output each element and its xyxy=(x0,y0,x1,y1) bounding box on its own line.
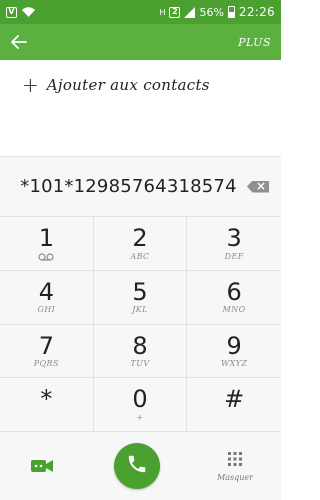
key-digit: 6 xyxy=(226,277,242,306)
add-to-contacts-label: Ajouter aux contacts xyxy=(46,76,210,94)
key-4[interactable]: 4 GHI xyxy=(0,270,94,325)
key-letters: JKL xyxy=(132,305,148,315)
key-3[interactable]: 3 DEF xyxy=(187,217,281,271)
key-digit: 0 xyxy=(132,385,148,414)
add-to-contacts-button[interactable]: + Ajouter aux contacts xyxy=(0,60,281,110)
key-digit: 1 xyxy=(38,224,54,253)
dialpad: 1 2 ABC 3 DEF 4 GHI 5 JKL 6 MNO 7 PQRS 8… xyxy=(0,216,281,432)
status-right: H 2 56% 22:26 xyxy=(159,5,275,19)
phone-icon xyxy=(126,453,148,479)
key-letters: TUV xyxy=(130,359,150,369)
key-letters: ABC xyxy=(130,251,150,261)
battery-percent: 56% xyxy=(199,5,224,19)
notification-badge: V xyxy=(6,6,17,18)
app-bar: PLUS xyxy=(0,24,281,60)
battery-icon xyxy=(227,6,235,18)
key-2[interactable]: 2 ABC xyxy=(93,217,188,271)
key-letters: GHI xyxy=(37,305,56,315)
key-hash[interactable]: # xyxy=(187,378,281,432)
key-0[interactable]: 0 + xyxy=(93,378,188,432)
dialed-number[interactable]: *101*12985764318574 xyxy=(0,176,247,197)
key-5[interactable]: 5 JKL xyxy=(93,270,188,325)
key-8[interactable]: 8 TUV xyxy=(93,324,188,379)
key-letters: WXYZ xyxy=(220,359,248,369)
key-digit: # xyxy=(224,385,245,414)
key-digit: 7 xyxy=(38,331,54,360)
clock: 22:26 xyxy=(238,5,275,19)
key-letters: DEF xyxy=(224,251,244,261)
key-digit: 3 xyxy=(226,224,242,253)
status-left: V xyxy=(6,6,35,18)
key-6[interactable]: 6 MNO xyxy=(187,271,281,325)
network-type-label: H xyxy=(159,7,166,17)
wifi-icon xyxy=(22,7,35,17)
hide-keypad-label: Masquer xyxy=(217,472,253,482)
key-digit: 2 xyxy=(132,224,148,253)
sim-slot-indicator: 2 xyxy=(169,6,181,18)
key-digit: 4 xyxy=(38,277,54,306)
dialpad-icon xyxy=(227,451,243,471)
more-options-button[interactable]: PLUS xyxy=(238,36,271,49)
voicemail-icon xyxy=(38,252,54,262)
video-call-icon[interactable] xyxy=(28,452,56,480)
number-display: *101*12985764318574 × xyxy=(0,156,281,216)
bottom-bar: Masquer xyxy=(0,432,281,500)
key-1[interactable]: 1 xyxy=(0,217,94,271)
key-7[interactable]: 7 PQRS xyxy=(0,324,94,379)
key-digit: 5 xyxy=(132,277,148,306)
hide-keypad-button[interactable]: Masquer xyxy=(217,451,253,482)
key-digit: * xyxy=(40,385,53,414)
plus-icon: + xyxy=(22,73,39,97)
key-letters: PQRS xyxy=(33,359,59,369)
key-9[interactable]: 9 WXYZ xyxy=(187,325,281,379)
key-star[interactable]: * xyxy=(0,378,94,432)
key-letters: + xyxy=(136,412,144,422)
key-digit: 8 xyxy=(132,331,148,360)
backspace-icon[interactable]: × xyxy=(247,180,269,193)
key-digit: 9 xyxy=(226,331,242,360)
call-button[interactable] xyxy=(113,443,160,489)
status-bar: V H 2 56% 22:26 xyxy=(0,0,281,24)
key-letters: MNO xyxy=(222,305,246,315)
arrow-left-icon[interactable] xyxy=(10,33,28,51)
signal-icon xyxy=(184,6,196,18)
